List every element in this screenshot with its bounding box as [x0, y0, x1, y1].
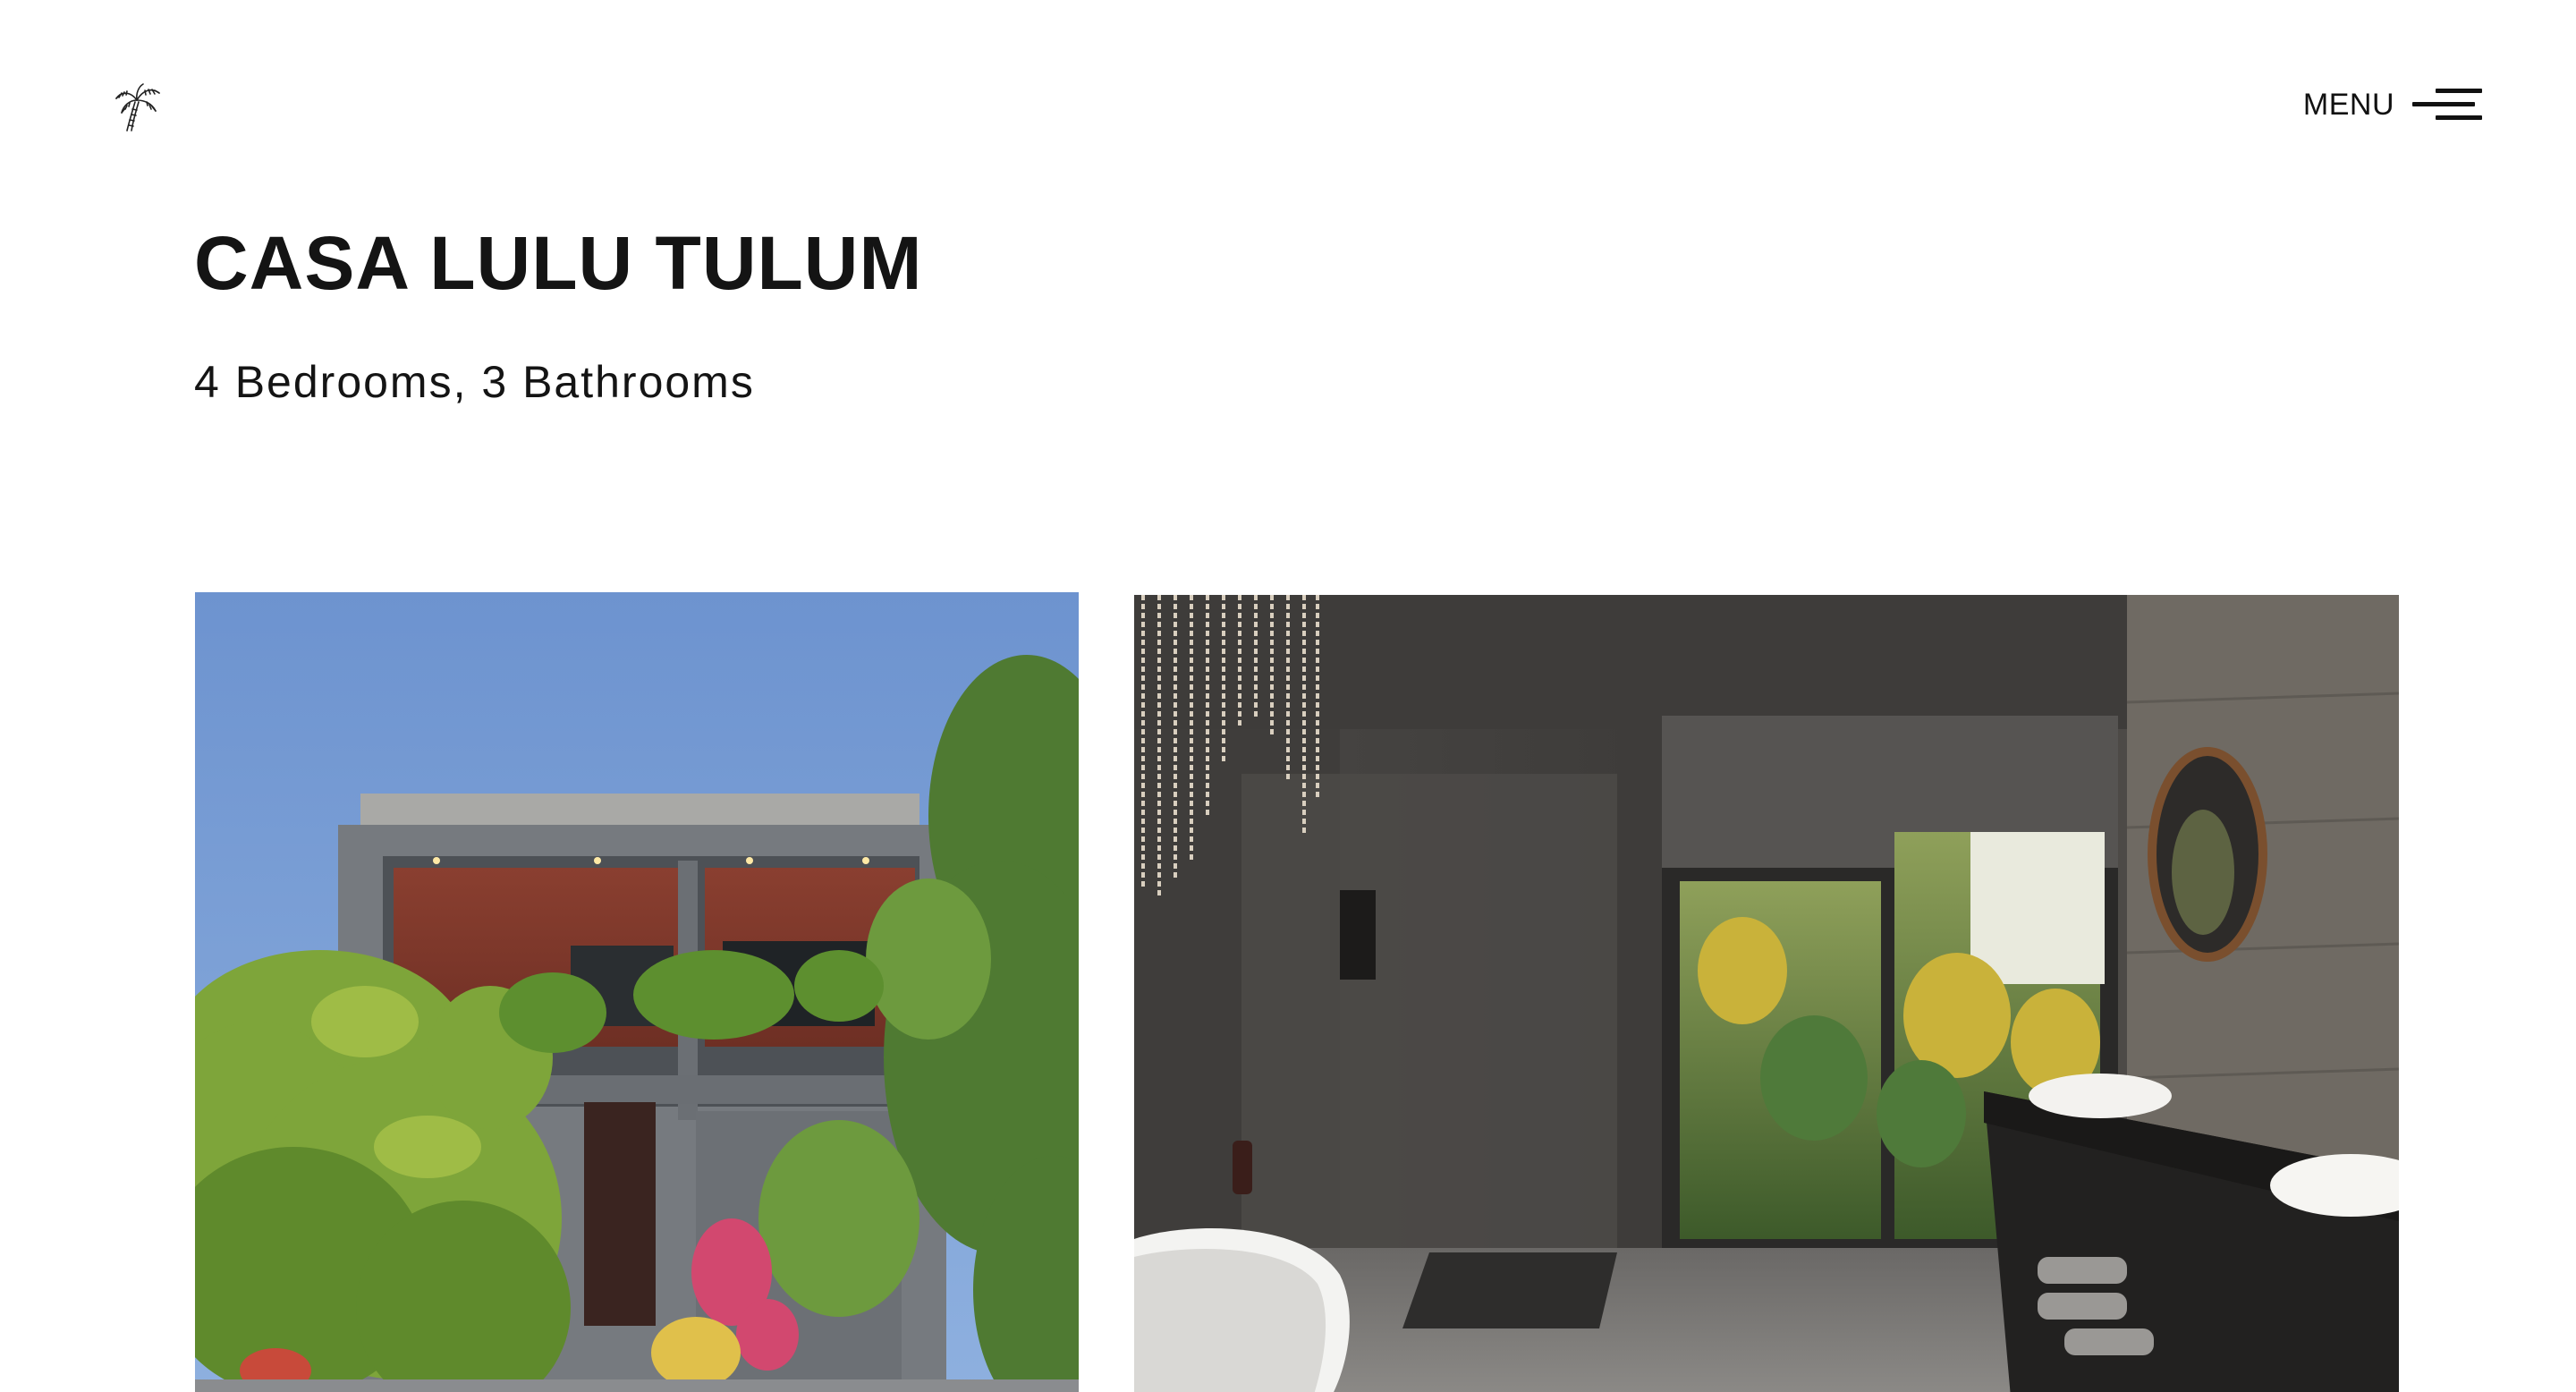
palm-tree-icon [115, 83, 160, 132]
property-details: 4 Bedrooms, 3 Bathrooms [194, 357, 755, 407]
menu-button[interactable]: MENU [2303, 82, 2482, 127]
page: MENU CASA LULU TULUM 4 Bedrooms, 3 Bathr… [0, 0, 2576, 1392]
menu-label: MENU [2302, 87, 2394, 122]
hamburger-menu-icon [2412, 87, 2482, 123]
palm-tree-logo-icon[interactable] [111, 82, 163, 134]
house-exterior-photo[interactable] [195, 592, 1079, 1392]
bathroom-interior-photo[interactable] [1134, 595, 2399, 1392]
page-title: CASA LULU TULUM [194, 221, 923, 305]
